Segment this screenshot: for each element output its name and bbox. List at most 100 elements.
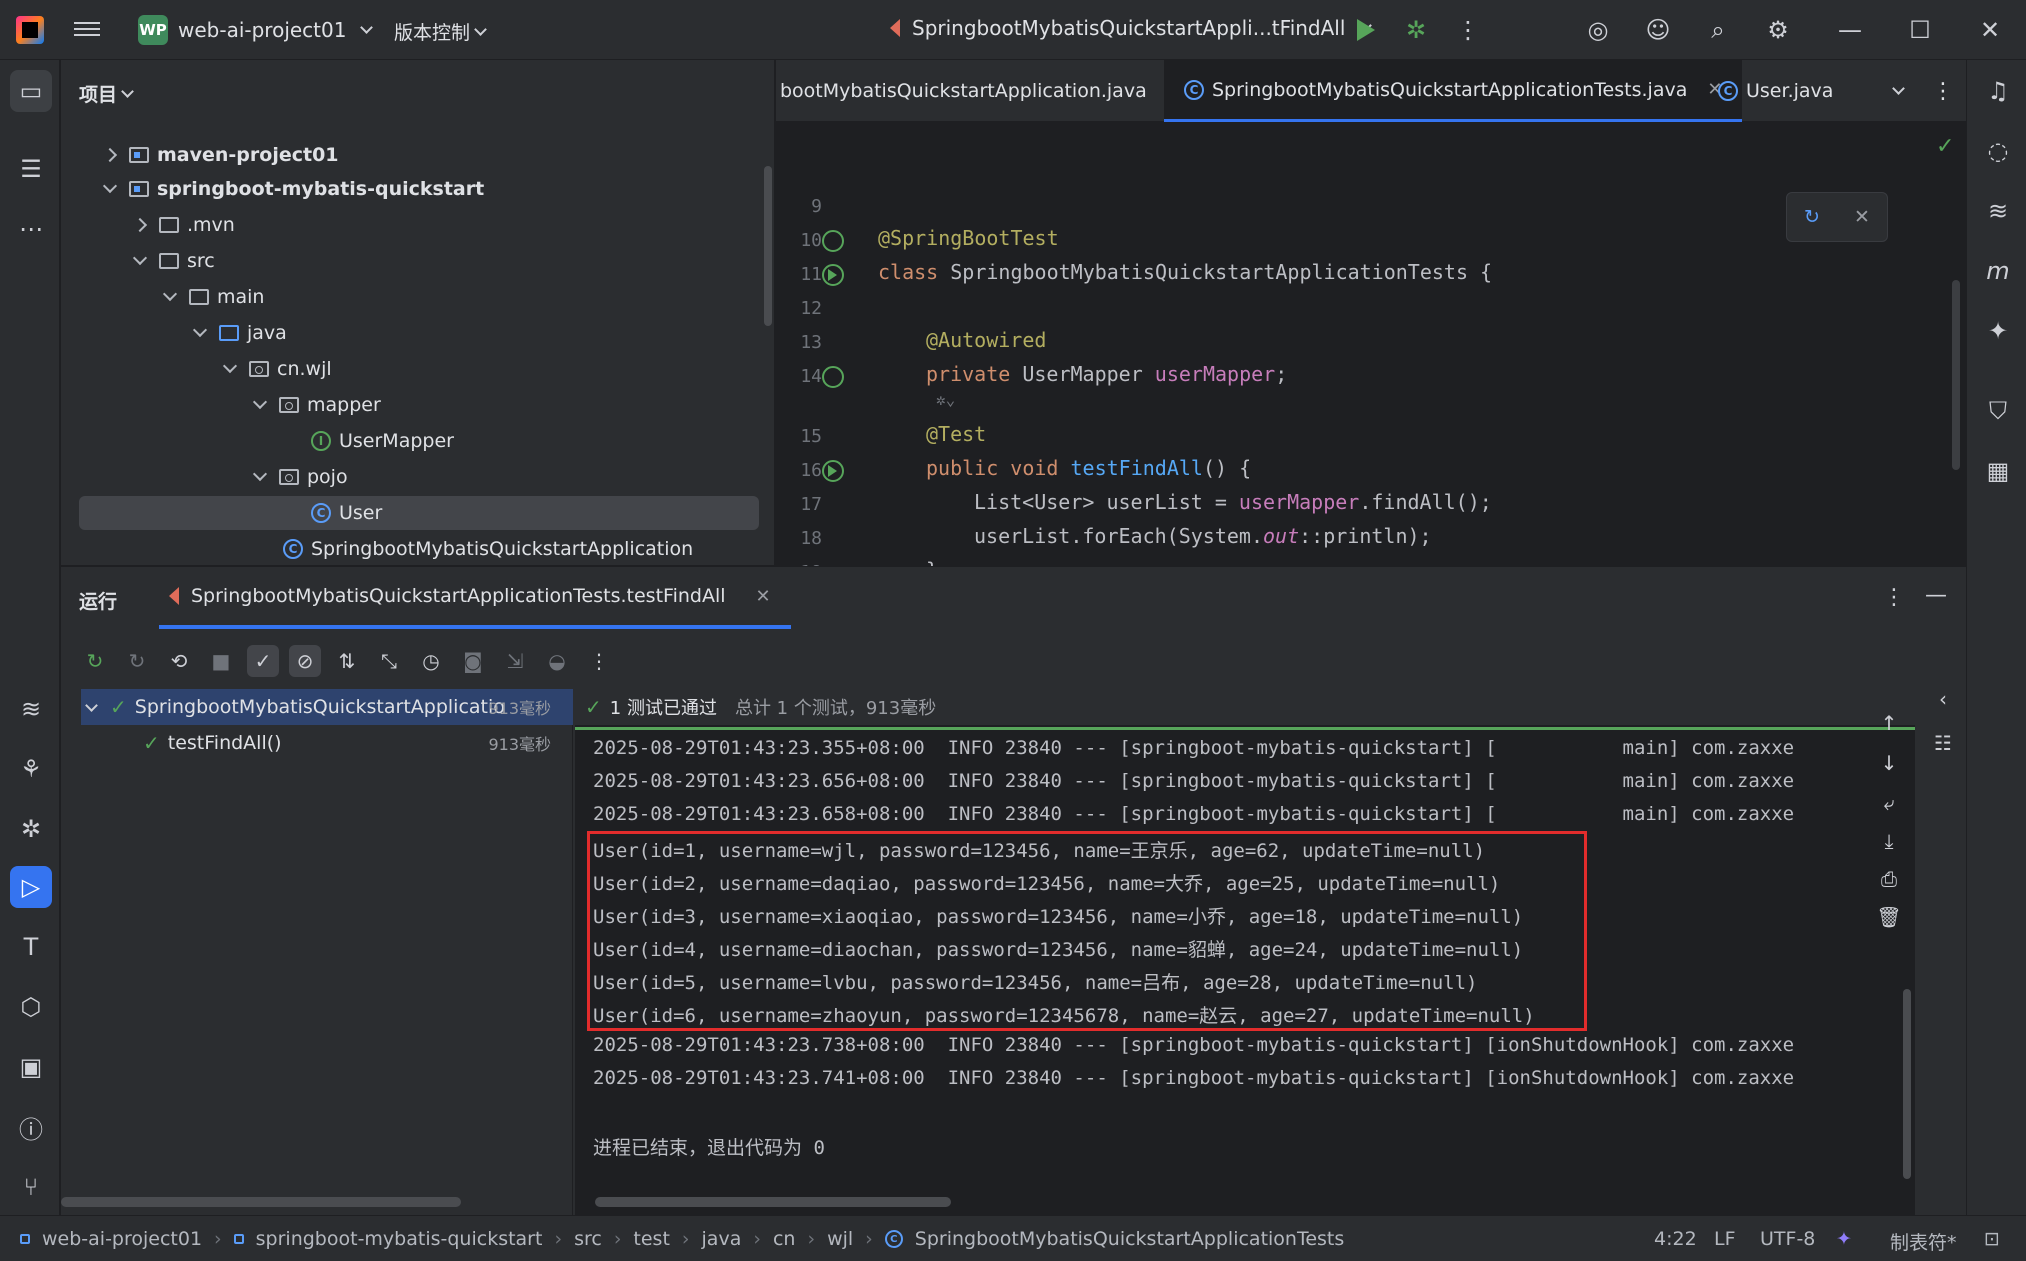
- debug-tool-button[interactable]: ✲: [10, 808, 52, 850]
- ai-chat-button[interactable]: ◌: [1977, 130, 2019, 172]
- collapse-side-button[interactable]: ‹: [1929, 685, 1957, 713]
- scroll-down-button[interactable]: ↓: [1875, 749, 1903, 777]
- console-horizontal-scrollbar[interactable]: [595, 1197, 951, 1207]
- show-passed-toggle[interactable]: ✓: [247, 645, 279, 677]
- editor-scrollbar[interactable]: [1952, 280, 1960, 470]
- toggle-auto-test-button[interactable]: ⟲: [163, 645, 195, 677]
- hide-panel-button[interactable]: —: [1925, 583, 1947, 608]
- file-encoding[interactable]: UTF-8: [1760, 1228, 1815, 1250]
- breadcrumb-item[interactable]: java: [702, 1228, 742, 1250]
- tree-item-pojo[interactable]: pojo: [79, 460, 759, 494]
- tree-item-java[interactable]: java: [79, 316, 759, 350]
- soft-wrap-button[interactable]: ⤶: [1875, 789, 1903, 817]
- layout-toggle-button[interactable]: ☷: [1929, 729, 1957, 757]
- breadcrumb-item[interactable]: src: [574, 1228, 602, 1250]
- inlay-hint-icon[interactable]: ✲⌄: [936, 390, 955, 409]
- stop-button[interactable]: ■: [205, 645, 237, 677]
- tree-item-maven-project01[interactable]: maven-project01: [79, 138, 759, 172]
- settings-button[interactable]: ⚙: [1758, 12, 1798, 48]
- tab-application[interactable]: bootMybatisQuickstartApplication.java: [780, 60, 1147, 122]
- import-button[interactable]: ⇲: [499, 645, 531, 677]
- tree-item-application[interactable]: C SpringbootMybatisQuickstartApplication: [79, 532, 759, 566]
- project-switcher[interactable]: WP web-ai-project01: [138, 14, 374, 46]
- run-options-button[interactable]: ⋮: [1883, 585, 1905, 610]
- console-vertical-scrollbar[interactable]: [1903, 989, 1911, 1179]
- build-tool-button[interactable]: T: [10, 926, 52, 968]
- run-tab[interactable]: SpringbootMybatisQuickstartApplicationTe…: [159, 567, 791, 629]
- tree-item-mvn[interactable]: .mvn: [79, 208, 759, 242]
- project-tool-button[interactable]: ▭: [10, 70, 52, 112]
- spring-bean-icon[interactable]: [822, 230, 844, 252]
- close-tab-icon[interactable]: ✕: [756, 586, 771, 607]
- run-tool-button[interactable]: ▷: [10, 866, 52, 908]
- tab-options-button[interactable]: ⋮: [1932, 60, 1954, 122]
- console-output[interactable]: ✓ 1 测试已通过 总计 1 个测试，913毫秒 2025-08-29T01:4…: [575, 689, 1915, 1216]
- more-tools-button[interactable]: ⋯: [10, 208, 52, 250]
- more-actions-button[interactable]: ⋮: [1448, 12, 1488, 48]
- plugin-status-icon[interactable]: ✦: [1836, 1228, 1852, 1250]
- security-button[interactable]: ⛉: [1977, 390, 2019, 432]
- inspection-ok-icon[interactable]: ✓: [1936, 134, 1954, 159]
- indent-setting[interactable]: 制表符*: [1890, 1228, 1957, 1255]
- tree-item-cn-wjl[interactable]: cn.wjl: [79, 352, 759, 386]
- vcs-menu[interactable]: 版本控制: [394, 18, 487, 45]
- autowired-bean-icon[interactable]: [822, 366, 844, 388]
- search-button[interactable]: ⌕: [1698, 12, 1738, 48]
- caret-position[interactable]: 4:22: [1654, 1228, 1697, 1250]
- maven-button[interactable]: m: [1977, 250, 2019, 292]
- test-suite-row[interactable]: ✓ SpringbootMybatisQuickstartApplicatio …: [81, 689, 573, 725]
- snapshot-button[interactable]: ◙: [457, 645, 489, 677]
- run-config-selector[interactable]: SpringbootMybatisQuickstartAppli...tFind…: [880, 16, 1373, 40]
- project-panel-header[interactable]: 项目: [79, 80, 134, 107]
- terminal-tool-button[interactable]: ▣: [10, 1046, 52, 1088]
- breadcrumb-item[interactable]: web-ai-project01: [42, 1228, 202, 1250]
- add-user-button[interactable]: ☺: [1638, 12, 1678, 48]
- code-area[interactable]: @SpringBootTest class SpringbootMybatisQ…: [878, 122, 1938, 616]
- services-tool-button[interactable]: ⚘: [10, 748, 52, 790]
- structure-tool-button[interactable]: ☰: [10, 148, 52, 190]
- history-button[interactable]: ◷: [415, 645, 447, 677]
- project-scrollbar[interactable]: [764, 166, 772, 326]
- scroll-up-button[interactable]: ↑: [1875, 709, 1903, 737]
- scroll-to-end-button[interactable]: ⤓: [1875, 827, 1903, 855]
- run-button[interactable]: [1346, 12, 1386, 48]
- reload-icon[interactable]: ↻: [1804, 206, 1820, 228]
- tree-item-springboot-mybatis-quickstart[interactable]: springboot-mybatis-quickstart: [79, 172, 759, 206]
- notifications-button[interactable]: ♫: [1977, 70, 2019, 112]
- lock-icon[interactable]: ⊡: [1984, 1228, 2000, 1250]
- clear-console-button[interactable]: 🗑: [1875, 903, 1903, 931]
- maximize-button[interactable]: ☐: [1900, 12, 1940, 48]
- breadcrumb-item[interactable]: SpringbootMybatisQuickstartApplicationTe…: [915, 1228, 1345, 1250]
- tab-user[interactable]: C User.java: [1718, 60, 1833, 122]
- show-ignored-toggle[interactable]: ⊘: [289, 645, 321, 677]
- database-panel-button[interactable]: ≋: [1977, 190, 2019, 232]
- collapse-button[interactable]: ⤡: [373, 645, 405, 677]
- coverage-button[interactable]: ◒: [541, 645, 573, 677]
- print-button[interactable]: ⎙: [1875, 865, 1903, 893]
- ai-assistant-button[interactable]: ◎: [1578, 12, 1618, 48]
- close-window-button[interactable]: ✕: [1970, 12, 2010, 48]
- endpoints-tool-button[interactable]: ⬡: [10, 986, 52, 1028]
- run-test-method-icon[interactable]: [822, 460, 844, 482]
- tab-application-tests[interactable]: C SpringbootMybatisQuickstartApplication…: [1164, 60, 1743, 122]
- breadcrumb-item[interactable]: test: [633, 1228, 670, 1250]
- breadcrumb-item[interactable]: wjl: [827, 1228, 853, 1250]
- plugin-button[interactable]: ✦: [1977, 310, 2019, 352]
- tree-item-main[interactable]: main: [79, 280, 759, 314]
- rerun-failed-button[interactable]: ↻: [121, 645, 153, 677]
- layout-button[interactable]: ▦: [1977, 450, 2019, 492]
- sort-button[interactable]: ⇅: [331, 645, 363, 677]
- minimize-button[interactable]: —: [1830, 12, 1870, 48]
- tabs-dropdown-button[interactable]: [1888, 60, 1905, 122]
- database-tool-button[interactable]: ≋: [10, 688, 52, 730]
- problems-tool-button[interactable]: ⓘ: [10, 1106, 52, 1148]
- tree-horizontal-scrollbar[interactable]: [61, 1197, 461, 1207]
- breadcrumb-item[interactable]: springboot-mybatis-quickstart: [256, 1228, 543, 1250]
- tree-item-src[interactable]: src: [79, 244, 759, 278]
- run-test-class-icon[interactable]: [822, 264, 844, 286]
- line-separator[interactable]: LF: [1714, 1228, 1736, 1250]
- test-method-row[interactable]: ✓ testFindAll() 913毫秒: [81, 725, 573, 761]
- tree-item-user[interactable]: C User: [79, 496, 759, 530]
- breadcrumb-item[interactable]: cn: [773, 1228, 796, 1250]
- debug-button[interactable]: ✲: [1396, 12, 1436, 48]
